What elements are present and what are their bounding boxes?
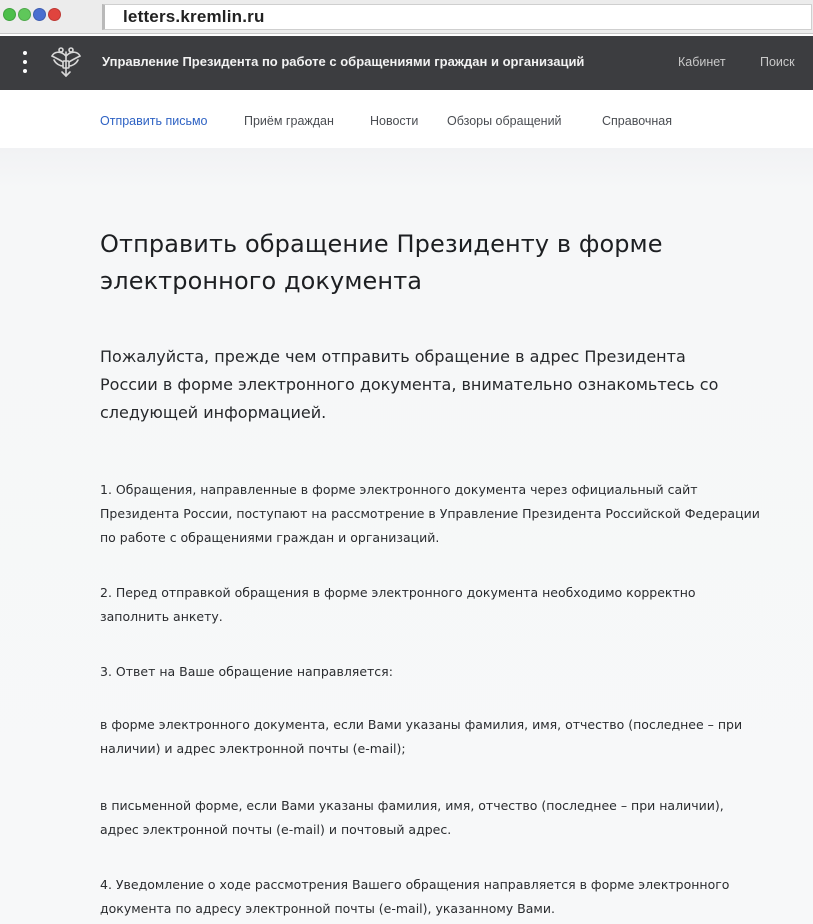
page-title: Отправить обращение Президенту в форме э… xyxy=(100,230,663,295)
header-title[interactable]: Управление Президента по работе с обраще… xyxy=(102,54,584,69)
paragraph-4: 4. Уведомление о ходе рассмотрения Вашег… xyxy=(100,877,730,916)
window-button-green-2[interactable] xyxy=(18,8,31,21)
nav-item-news[interactable]: Новости xyxy=(370,114,418,128)
main-nav: Отправить письмо Приём граждан Новости О… xyxy=(0,90,813,148)
nav-item-send-letter[interactable]: Отправить письмо xyxy=(100,114,208,128)
intro-text: Пожалуйста, прежде чем отправить обращен… xyxy=(100,347,719,422)
nav-item-reviews[interactable]: Обзоры обращений xyxy=(447,114,562,128)
window-controls xyxy=(3,8,61,21)
menu-dots-icon[interactable] xyxy=(22,51,28,75)
search-link[interactable]: Поиск xyxy=(760,55,795,69)
nav-item-reference[interactable]: Справочная xyxy=(602,114,672,128)
address-bar[interactable]: letters.kremlin.ru xyxy=(102,4,812,30)
window-button-green[interactable] xyxy=(3,8,16,21)
paragraph-2: 2. Перед отправкой обращения в форме эле… xyxy=(100,585,696,624)
browser-bar: letters.kremlin.ru xyxy=(0,0,813,34)
window-button-blue[interactable] xyxy=(33,8,46,21)
cabinet-link[interactable]: Кабинет xyxy=(678,55,726,69)
window-button-red[interactable] xyxy=(48,8,61,21)
paragraph-3a: в форме электронного документа, если Вам… xyxy=(100,717,743,756)
nav-item-reception[interactable]: Приём граждан xyxy=(244,114,334,128)
site-header: Управление Президента по работе с обраще… xyxy=(0,36,813,90)
paragraph-3: 3. Ответ на Ваше обращение направляется: xyxy=(100,664,393,679)
paragraph-1: 1. Обращения, направленные в форме элект… xyxy=(100,482,760,545)
paragraph-3b: в письменной форме, если Вами указаны фа… xyxy=(100,798,724,837)
emblem-icon[interactable] xyxy=(48,46,84,80)
main-content: Отправить обращение Президенту в форме э… xyxy=(0,148,813,924)
url-text: letters.kremlin.ru xyxy=(123,7,265,26)
